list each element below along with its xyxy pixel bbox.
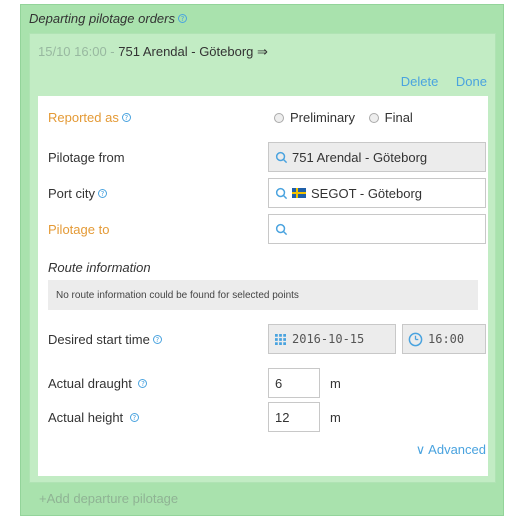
help-icon[interactable]: ? <box>152 335 162 344</box>
draught-input[interactable]: 6 <box>268 368 320 398</box>
done-button[interactable]: Done <box>456 74 487 89</box>
panel-title: Departing pilotage orders? <box>29 11 187 26</box>
port-city-field[interactable]: SEGOT - Göteborg <box>268 178 486 208</box>
reported-as-text: Reported as <box>48 110 119 125</box>
advanced-toggle[interactable]: ∨ Advanced <box>416 442 486 458</box>
sweden-flag-icon <box>292 188 306 198</box>
draught-label: Actual draught ? <box>48 376 148 391</box>
order-separator: - <box>106 44 119 59</box>
desired-start-date-field[interactable]: 2016-10-15 <box>268 324 396 354</box>
draught-text: Actual draught <box>48 376 132 391</box>
pilotage-from-value: 751 Arendal - Göteborg <box>292 149 428 165</box>
height-unit: m <box>330 410 341 425</box>
radio-circle-icon[interactable] <box>368 113 379 123</box>
help-icon[interactable]: ? <box>177 14 187 23</box>
search-icon <box>275 187 288 199</box>
radio-final-label: Final <box>384 110 413 125</box>
height-input[interactable]: 12 <box>268 402 320 432</box>
search-icon <box>275 151 288 163</box>
order-date: 15/10 16:00 <box>38 44 107 59</box>
help-icon[interactable]: ? <box>97 189 107 198</box>
advanced-label: Advanced <box>428 442 486 457</box>
port-city-label: Port city? <box>48 186 107 201</box>
pilotage-to-label: Pilotage to <box>48 222 110 237</box>
chevron-down-icon: ∨ <box>415 442 426 457</box>
add-departure-pilotage-button[interactable]: +Add departure pilotage <box>39 491 178 506</box>
draught-unit: m <box>330 376 341 391</box>
help-icon[interactable]: ? <box>121 113 131 122</box>
order-route: 751 Arendal - Göteborg <box>118 44 254 59</box>
height-label: Actual height ? <box>48 410 139 425</box>
delete-button[interactable]: Delete <box>401 74 439 89</box>
pilotage-to-field[interactable] <box>268 214 486 244</box>
pilotage-from-field[interactable]: 751 Arendal - Göteborg <box>268 142 486 172</box>
desired-start-time: 16:00 <box>428 332 465 346</box>
radio-final[interactable]: Final <box>368 110 413 125</box>
desired-start-text: Desired start time <box>48 332 150 347</box>
departing-pilotage-panel: Departing pilotage orders? 15/10 16:00 -… <box>20 4 504 516</box>
radio-preliminary-label: Preliminary <box>290 110 356 125</box>
height-text: Actual height <box>48 410 124 425</box>
pilotage-form: Reported as? Preliminary Final Pilotage … <box>38 96 488 476</box>
route-info-label: Route information <box>48 260 151 275</box>
help-icon[interactable]: ? <box>138 379 148 388</box>
reported-as-label: Reported as? <box>48 110 131 125</box>
search-icon <box>275 223 288 235</box>
pilotage-from-label: Pilotage from <box>48 150 125 165</box>
radio-circle-icon[interactable] <box>274 113 284 123</box>
desired-start-date: 2016-10-15 <box>292 332 365 346</box>
clock-icon <box>408 332 423 346</box>
radio-preliminary[interactable]: Preliminary <box>274 110 355 125</box>
reported-as-radio-group: Preliminary Final <box>274 110 423 125</box>
order-actions: Delete Done <box>387 74 487 89</box>
pilotage-order-card: 15/10 16:00 - 751 Arendal - Göteborg ⇒ D… <box>29 33 496 483</box>
desired-start-label: Desired start time? <box>48 332 162 347</box>
panel-title-text: Departing pilotage orders <box>29 11 175 26</box>
order-summary: 15/10 16:00 - 751 Arendal - Göteborg ⇒ <box>38 44 268 60</box>
port-city-value: SEGOT - Göteborg <box>311 185 423 201</box>
port-city-text: Port city <box>48 186 95 201</box>
calendar-icon <box>275 333 286 345</box>
help-icon[interactable]: ? <box>129 413 139 422</box>
desired-start-time-field[interactable]: 16:00 <box>402 324 486 354</box>
route-info-message: No route information could be found for … <box>48 280 478 310</box>
arrow-icon: ⇒ <box>257 44 268 59</box>
